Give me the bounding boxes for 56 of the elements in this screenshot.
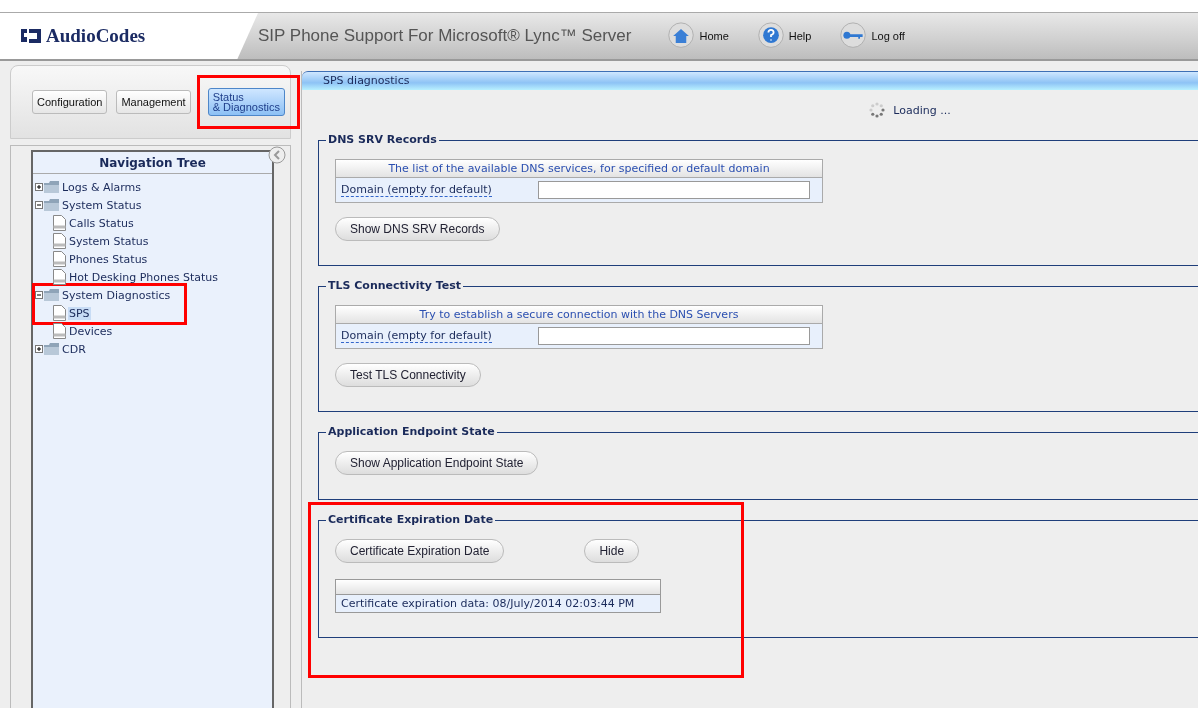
action-button[interactable]: Test TLS Connectivity <box>335 363 481 387</box>
tree-item[interactable]: System Status <box>61 198 143 212</box>
expand-icon[interactable] <box>35 183 43 191</box>
field-label: Domain (empty for default) <box>341 329 492 343</box>
tree-item[interactable]: SPS <box>68 306 91 320</box>
page-icon <box>53 323 66 339</box>
action-button[interactable]: Certificate Expiration Date <box>335 539 505 563</box>
action-button[interactable]: Hide <box>584 539 640 563</box>
spinner-icon <box>869 102 886 118</box>
action-button[interactable]: Show Application Endpoint State <box>335 451 539 475</box>
loading-text: Loading ... <box>893 103 951 117</box>
section-title: TLS Connectivity Test <box>326 279 464 292</box>
key-icon[interactable] <box>839 22 868 50</box>
page-icon <box>53 215 66 231</box>
folder-icon <box>43 288 60 302</box>
tree-item[interactable]: Logs & Alarms <box>61 180 143 194</box>
collapse-icon[interactable] <box>268 146 286 164</box>
page-icon <box>53 269 66 285</box>
folder-icon <box>43 342 60 356</box>
section-title: DNS SRV Records <box>326 133 439 146</box>
page-icon <box>53 251 66 267</box>
field-label: Domain (empty for default) <box>341 183 492 197</box>
nav-link[interactable]: Home <box>699 30 729 42</box>
folder-icon <box>43 198 60 212</box>
tree-item[interactable]: Hot Desking Phones Status <box>68 270 219 284</box>
panel-title: SPS diagnostics <box>302 71 1198 90</box>
tree-item[interactable]: Devices <box>68 324 114 338</box>
collapse-icon[interactable] <box>35 291 43 299</box>
section-title: Application Endpoint State <box>326 425 497 438</box>
logo-icon <box>20 27 42 45</box>
logo-text: AudioCodes <box>46 25 146 47</box>
nav-link[interactable]: Log off <box>871 30 905 42</box>
tree-item[interactable]: CDR <box>61 342 87 356</box>
nav-link[interactable]: Help <box>788 30 812 42</box>
tab[interactable]: Configuration <box>32 90 108 114</box>
tree-item[interactable]: System Status <box>68 234 150 248</box>
section-title: Certificate Expiration Date <box>326 513 496 526</box>
app-title: SIP Phone Support For Microsoft® Lync™ Server <box>258 26 632 46</box>
collapse-icon[interactable] <box>35 201 43 209</box>
page-icon <box>53 233 66 249</box>
form-caption: Try to establish a secure connection with the DNS Servers <box>336 306 822 324</box>
tab[interactable]: Management <box>116 90 191 114</box>
domain-field[interactable] <box>538 181 810 199</box>
result-text: Certificate expiration data: 08/July/2014 02:03:44 PM <box>336 595 660 612</box>
folder-icon <box>43 180 60 194</box>
tree-item[interactable]: Calls Status <box>68 216 135 230</box>
help-icon[interactable] <box>756 22 785 50</box>
form-caption: The list of the available DNS services, for specified or default domain <box>336 160 822 178</box>
action-button[interactable]: Show DNS SRV Records <box>335 217 500 241</box>
tab[interactable]: Status & Diagnostics <box>207 88 285 116</box>
tree-title: Navigation Tree <box>33 152 272 174</box>
home-icon[interactable] <box>667 22 696 50</box>
domain-field[interactable] <box>538 327 810 345</box>
tree-item[interactable]: Phones Status <box>68 252 149 266</box>
page-icon <box>53 305 66 321</box>
expand-icon[interactable] <box>35 345 43 353</box>
